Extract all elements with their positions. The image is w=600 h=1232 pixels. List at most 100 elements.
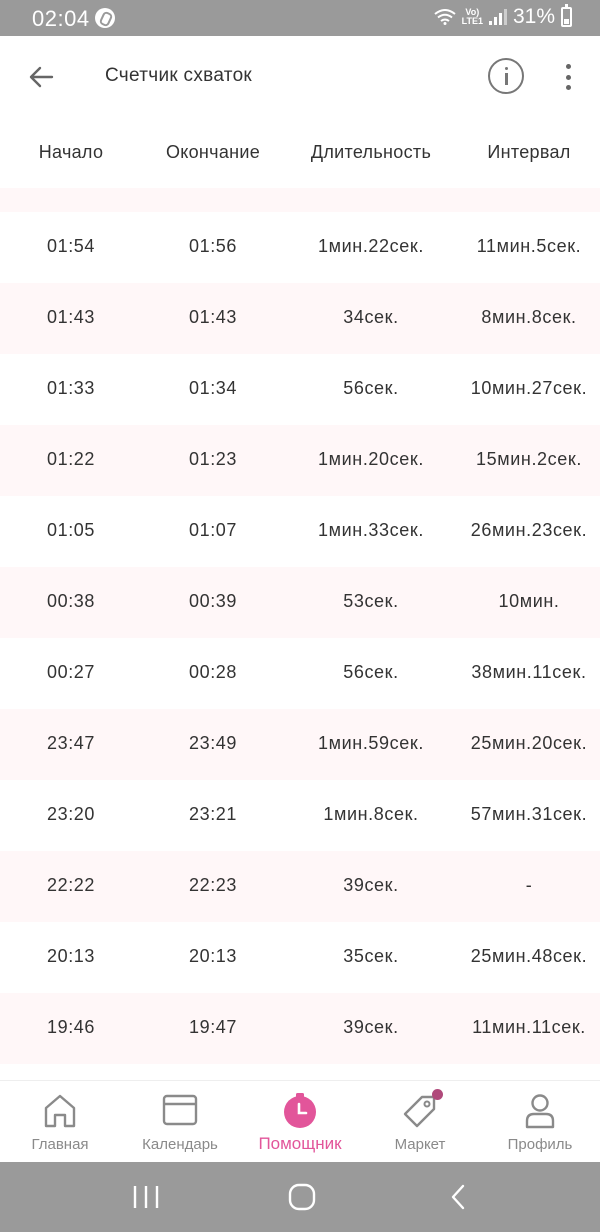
row-end: 00:28 [188,662,238,682]
table-row[interactable]: 01:05 01:07 1мин.33сек. 26мин.23сек. [0,496,600,567]
row-start: 22:22 [46,875,96,895]
home-system-button[interactable] [262,1162,342,1232]
row-interval: 8мин.8сек. [481,307,577,327]
row-duration: 1мин.20сек. [318,449,424,469]
nav-item-market[interactable]: Маркет [360,1081,480,1163]
row-duration: 1мин.59сек. [318,733,424,753]
status-bar: 02:04 Vo) LTE1 31% [0,0,600,36]
battery-icon [561,4,572,27]
home-circle-icon [288,1183,316,1211]
nav-label-profile: Профиль [507,1136,573,1153]
table-row[interactable]: 19:46 19:47 39сек. 11мин.11сек. [0,993,600,1064]
row-duration: 39сек. [343,875,399,895]
row-end: 23:21 [188,804,238,824]
table-row[interactable]: 00:38 00:39 53сек. 10мин. [0,567,600,638]
row-start: 01:05 [46,520,96,540]
table-row[interactable]: 23:20 23:21 1мин.8сек. 57мин.31сек. [0,780,600,851]
nav-label-assistant: Помощник [258,1134,342,1153]
table-row[interactable]: 23:47 23:49 1мин.59сек. 25мин.20сек. [0,709,600,780]
calendar-icon [162,1094,198,1126]
row-duration: 34сек. [343,307,399,327]
row-end: 01:23 [188,449,238,469]
recent-apps-icon [133,1186,159,1208]
table-row[interactable]: 02:0302:041мин.14сек.7мин.6сек. [0,188,600,212]
row-interval: 57мин.31сек. [470,804,588,824]
info-button[interactable] [488,58,524,94]
wifi-icon [434,9,456,25]
dot-icon [565,74,571,80]
row-duration: 56сек. [343,378,399,398]
arrow-left-icon [29,66,54,88]
volte-bottom: LTE1 [461,16,483,26]
row-duration: 1мин.33сек. [318,520,424,540]
row-start: 23:47 [46,733,96,753]
back-button[interactable] [22,58,60,96]
shazam-icon [95,8,115,28]
row-interval: 10мин. [498,591,560,611]
row-interval: 10мин.27сек. [470,378,588,398]
table-row[interactable]: 22:22 22:23 39сек. - [0,851,600,922]
row-start: 00:38 [46,591,96,611]
nav-item-home[interactable]: Главная [0,1081,120,1163]
system-back-button[interactable] [418,1162,498,1232]
table-row[interactable]: 01:22 01:23 1мин.20сек. 15мин.2сек. [0,425,600,496]
timer-icon [284,1093,316,1128]
system-nav-bar [0,1162,600,1232]
status-time: 02:04 [32,6,90,31]
profile-icon [525,1094,555,1129]
dot-icon [565,64,571,69]
table-row[interactable]: 01:33 01:34 56сек. 10мин.27сек. [0,354,600,425]
home-icon [44,1094,76,1128]
table-row[interactable]: 01:54 01:56 1мин.22сек. 11мин.5сек. [0,212,600,283]
contractions-list[interactable]: 02:0302:041мин.14сек.7мин.6сек. 01:54 01:5… [0,188,600,1080]
row-duration: 35сек. [343,946,399,966]
table-row[interactable]: 20:13 20:13 35сек. 25мин.48сек. [0,922,600,993]
row-duration: 56сек. [343,662,399,682]
row-start: 23:20 [46,804,96,824]
page-title: Счетчик схваток [105,65,253,86]
row-start: 01:22 [46,449,96,469]
nav-label-home: Главная [31,1136,89,1153]
column-header-end: Окончание [165,142,261,162]
app-header: Счетчик схваток [0,36,600,118]
row-end: 20:13 [188,946,238,966]
row-start: 01:33 [46,378,96,398]
row-duration: 1мин.22сек. [318,236,424,256]
row-start: 01:43 [46,307,96,327]
row-interval: 11мин.11сек. [472,1017,586,1037]
table-row[interactable]: 00:27 00:28 56сек. 38мин.11сек. [0,638,600,709]
table-row[interactable]: 01:43 01:43 34сек. 8мин.8сек. [0,283,600,354]
row-duration: 1мин.8сек. [323,804,419,824]
bottom-nav: Главная Календарь Помощник Маркет Профил… [0,1080,600,1162]
row-interval: 25мин.48сек. [470,946,588,966]
row-duration: 53сек. [343,591,399,611]
row-end: 01:34 [188,378,238,398]
recent-apps-button[interactable] [106,1162,186,1232]
row-start: 19:46 [46,1017,96,1037]
nav-label-market: Маркет [394,1136,446,1153]
row-list: 02:0302:041мин.14сек.7мин.6сек. 01:54 01:5… [0,188,600,1064]
row-end: 23:49 [188,733,238,753]
nav-item-assistant[interactable]: Помощник [240,1081,360,1163]
row-interval: 26мин.23сек. [470,520,588,540]
dot-icon [565,85,571,90]
nav-label-calendar: Календарь [142,1136,218,1153]
row-start: 01:54 [46,236,96,256]
chevron-left-icon [451,1184,465,1210]
nav-item-calendar[interactable]: Календарь [120,1081,240,1163]
nav-item-profile[interactable]: Профиль [480,1081,600,1163]
row-end: 19:47 [188,1017,238,1037]
table-header: Начало Окончание Длительность Интервал [0,118,600,188]
row-end: 01:07 [188,520,238,540]
row-end: 01:56 [188,236,238,256]
column-header-start: Начало [38,142,104,162]
row-start: 20:13 [46,946,96,966]
volte-indicator: Vo) LTE1 [462,8,483,26]
status-indicators: Vo) LTE1 31% [434,4,572,29]
row-interval: - [525,875,533,895]
row-end: 22:23 [188,875,238,895]
battery-percent: 31% [512,5,555,28]
row-end: 01:43 [188,307,238,327]
row-end: 00:39 [188,591,238,611]
more-options-button[interactable] [556,60,580,94]
